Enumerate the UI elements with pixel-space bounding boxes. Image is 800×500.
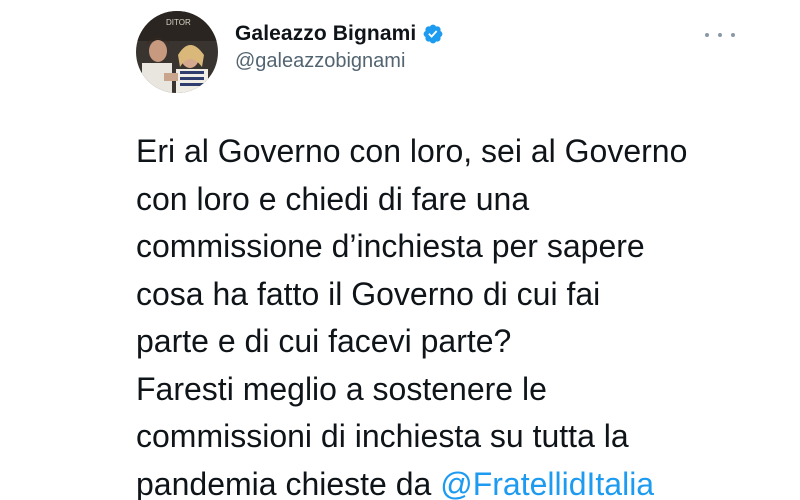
tweet-text-line: commissione d’inchiesta per sapere <box>136 228 645 264</box>
tweet-text-last-line: pandemia chieste da @FratellidItalia <box>136 461 776 500</box>
more-options-icon-dot <box>718 33 722 37</box>
more-options-icon <box>705 33 709 37</box>
author-avatar[interactable]: DITOR <box>136 11 218 93</box>
mention-link[interactable]: @FratellidItalia <box>440 466 654 500</box>
tweet-text: Eri al Governo con loro, sei al Governo … <box>136 128 776 500</box>
author-display-name[interactable]: Galeazzo Bignami <box>235 22 416 46</box>
tweet-text-line: pandemia chieste da <box>136 465 441 500</box>
author-name-row: Galeazzo Bignami <box>235 22 444 46</box>
tweet-text-line: con loro e chiedi di fare una <box>136 180 530 217</box>
avatar-caption: DITOR <box>166 18 191 27</box>
author-handle[interactable]: @galeazzobignami <box>235 50 444 73</box>
tweet-card: DITOR Galeazzo Bignami @galeazzobignami <box>0 0 800 500</box>
tweet-text-line: cosa ha fatto il Governo di cui fai <box>136 275 601 312</box>
author-info: Galeazzo Bignami @galeazzobignami <box>235 22 444 73</box>
tweet-text-line: parte e di cui facevi parte? <box>136 323 512 359</box>
more-options-button[interactable] <box>705 26 735 44</box>
verified-badge-icon <box>422 23 444 45</box>
more-options-icon-dot <box>731 33 735 37</box>
tweet-text-line: Eri al Governo con loro, sei al Governo <box>136 133 688 169</box>
tweet-text-line: Faresti meglio a sostenere le <box>136 370 547 407</box>
avatar-photo: DITOR <box>136 11 218 93</box>
tweet-text-line: commissioni di inchiesta su tutta la <box>136 418 629 454</box>
